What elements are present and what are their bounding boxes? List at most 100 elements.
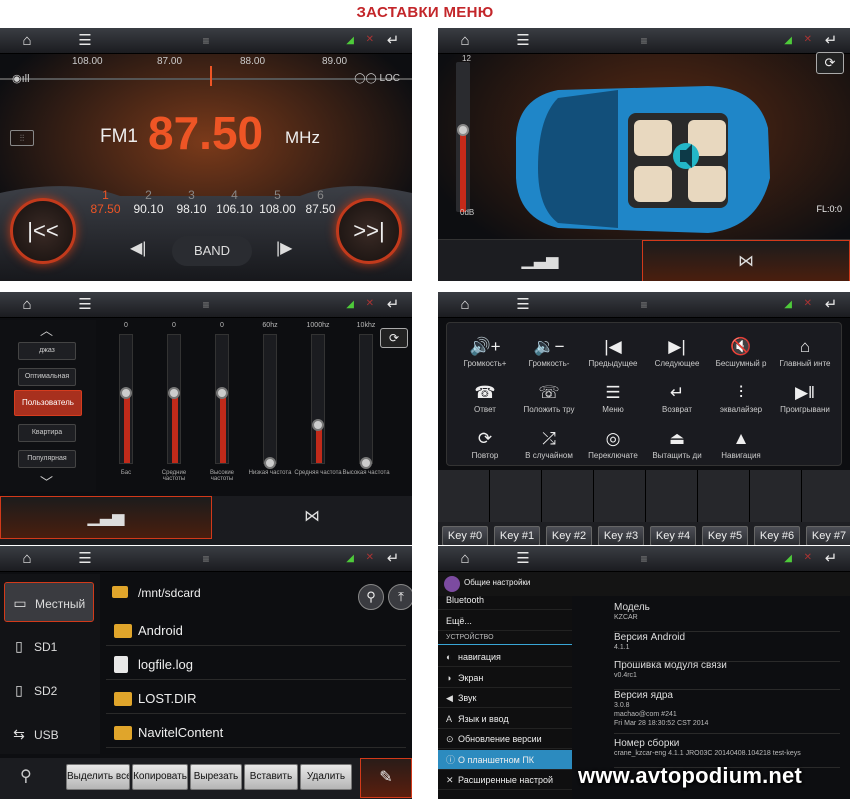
reset-button[interactable]: ⟳	[380, 328, 408, 348]
tab-balance[interactable]: ⋈	[642, 240, 850, 281]
reset-button[interactable]: ⟳	[816, 52, 844, 74]
pull-down-icon[interactable]: ≡	[633, 550, 655, 568]
eq-slider[interactable]	[119, 334, 133, 464]
preset-1[interactable]: 1 87.50	[84, 188, 127, 216]
file-row[interactable]: LOST.DIR	[106, 684, 406, 714]
key-button[interactable]: Key #5	[702, 526, 748, 545]
back-icon[interactable]: ↵	[382, 550, 404, 568]
key-button[interactable]: Key #0	[442, 526, 488, 545]
preset-5[interactable]: 5 108.00	[256, 188, 299, 216]
back-icon[interactable]: ↵	[382, 32, 404, 50]
eq-slider[interactable]	[311, 334, 325, 464]
eq-preset[interactable]: Оптимальная	[18, 368, 76, 386]
steering-function[interactable]: ☏ Положить тру	[517, 381, 581, 425]
storage-sd1[interactable]: ▯ SD1	[4, 626, 94, 666]
settings-item[interactable]: ◀ Звук	[438, 688, 572, 708]
volume-slider[interactable]	[456, 62, 470, 212]
file-row[interactable]: logfile.log	[106, 650, 406, 680]
settings-item[interactable]: A Язык и ввод	[438, 709, 572, 729]
storage-local[interactable]: ▭ Местный	[4, 582, 94, 622]
settings-item[interactable]: ◐ навигация	[438, 647, 572, 667]
menu-icon[interactable]: ☰	[74, 32, 96, 50]
menu-icon[interactable]: ☰	[74, 296, 96, 314]
steering-function[interactable]: ▲ Навигация	[709, 427, 773, 471]
settings-item[interactable]: ⊙ Обновление версии	[438, 729, 572, 749]
preset-3[interactable]: 3 98.10	[170, 188, 213, 216]
steering-function[interactable]: ⌂ Главный инте	[773, 335, 837, 379]
file-row[interactable]: NavitelContent	[106, 718, 406, 748]
settings-item[interactable]: Bluetooth	[438, 590, 572, 610]
edit-button[interactable]: ✎	[360, 758, 412, 798]
back-icon[interactable]: ↵	[820, 550, 842, 568]
home-icon[interactable]: ⌂	[454, 550, 476, 568]
eq-slider[interactable]	[263, 334, 277, 469]
preset-2[interactable]: 2 90.10	[127, 188, 170, 216]
chevron-down-icon[interactable]: ﹀	[40, 472, 53, 491]
back-icon[interactable]: ↵	[382, 296, 404, 314]
home-icon[interactable]: ⌂	[454, 32, 476, 50]
tab-balance[interactable]: ⋈	[212, 496, 412, 539]
home-icon[interactable]: ⌂	[454, 296, 476, 314]
settings-item[interactable]: ◑ Экран	[438, 668, 572, 688]
eq-preset-selected[interactable]: Пользователь	[14, 390, 82, 416]
chevron-up-icon[interactable]: ︿	[40, 320, 53, 339]
search-button[interactable]: ⚲	[358, 584, 384, 610]
eq-preset[interactable]: джаз	[18, 342, 76, 360]
search-icon[interactable]: ⚲	[20, 766, 32, 786]
home-icon[interactable]: ⌂	[16, 296, 38, 314]
cut-button[interactable]: Вырезать	[190, 764, 242, 790]
key-button[interactable]: Key #2	[546, 526, 592, 545]
eq-slider[interactable]	[359, 334, 373, 469]
info-item[interactable]: Прошивка модуля связи v0.4rc1	[614, 660, 840, 690]
preset-6[interactable]: 6 87.50	[299, 188, 342, 216]
frequency-scale[interactable]: 108.00 87.00 88.00 89.00	[40, 56, 400, 78]
eq-preset[interactable]: Популярная	[18, 450, 76, 468]
settings-item[interactable]: Ещё...	[438, 611, 572, 631]
key-button[interactable]: Key #3	[598, 526, 644, 545]
home-icon[interactable]: ⌂	[16, 550, 38, 568]
steering-function[interactable]: ▶‖ Проигрывани	[773, 381, 837, 425]
steering-function[interactable]: |◀ Предыдущее	[581, 335, 645, 379]
seek-back-button[interactable]: |<<	[10, 198, 76, 264]
storage-sd2[interactable]: ▯ SD2	[4, 670, 94, 710]
pull-down-icon[interactable]: ≡	[195, 550, 217, 568]
key-button[interactable]: Key #4	[650, 526, 696, 545]
band-button[interactable]: BAND	[172, 236, 252, 266]
paste-button[interactable]: Вставить	[244, 764, 298, 790]
steering-function[interactable]: ▶| Следующее	[645, 335, 709, 379]
info-item[interactable]: Модель KZCAR	[614, 602, 840, 632]
steering-function[interactable]: ☎ Ответ	[453, 381, 517, 425]
equalizer-icon[interactable]: ⫶⫶	[10, 130, 34, 146]
pull-down-icon[interactable]: ≡	[633, 296, 655, 314]
step-back-button[interactable]: ◀|	[130, 238, 146, 258]
key-button[interactable]: Key #7	[806, 526, 850, 545]
steering-function[interactable]: ⤮ В случайном	[517, 427, 581, 471]
key-button[interactable]: Key #1	[494, 526, 540, 545]
back-icon[interactable]: ↵	[820, 296, 842, 314]
storage-usb[interactable]: ⇆ USB	[4, 714, 94, 754]
eq-slider-thumb[interactable]	[168, 387, 180, 399]
steering-function[interactable]: 🔉− Громкость-	[517, 335, 581, 379]
eq-slider-thumb[interactable]	[264, 457, 276, 469]
up-button[interactable]: ⤒	[388, 584, 412, 610]
menu-icon[interactable]: ☰	[512, 550, 534, 568]
eq-slider[interactable]	[167, 334, 181, 464]
preset-4[interactable]: 4 106.10	[213, 188, 256, 216]
menu-icon[interactable]: ☰	[74, 550, 96, 568]
eq-slider[interactable]	[215, 334, 229, 464]
eq-slider-thumb[interactable]	[312, 419, 324, 431]
delete-button[interactable]: Удалить	[300, 764, 352, 790]
loc-toggle[interactable]: ◯◯ LOC	[354, 73, 400, 84]
eq-slider-thumb[interactable]	[216, 387, 228, 399]
steering-function[interactable]: ⏏ Вытащить ди	[645, 427, 709, 471]
eq-preset[interactable]: Квартира	[18, 424, 76, 442]
steering-function[interactable]: ⟳ Повтор	[453, 427, 517, 471]
seek-forward-button[interactable]: >>|	[336, 198, 402, 264]
info-item[interactable]: Версия Android 4.1.1	[614, 632, 840, 662]
steering-function[interactable]: 🔇 Бесшумный р	[709, 335, 773, 379]
step-forward-button[interactable]: |▶	[276, 238, 292, 258]
home-icon[interactable]: ⌂	[16, 32, 38, 50]
pull-down-icon[interactable]: ≡	[195, 32, 217, 50]
steering-function[interactable]: ↵ Возврат	[645, 381, 709, 425]
select-all-button[interactable]: Выделить все	[66, 764, 130, 790]
